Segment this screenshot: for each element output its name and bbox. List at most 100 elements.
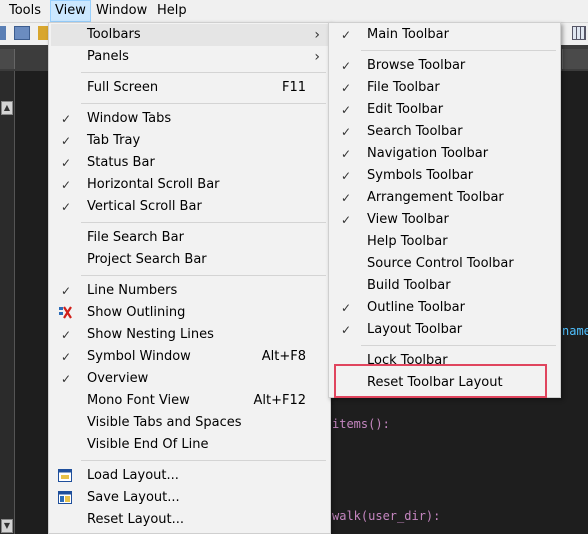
menu-item-label: Visible Tabs and Spaces <box>87 415 242 430</box>
menu-item-label: Tab Tray <box>87 133 141 148</box>
menu-item-visible-tabs-and-spaces[interactable]: Visible Tabs and Spaces <box>51 412 328 434</box>
menu-item-help-toolbar[interactable]: Help Toolbar <box>331 231 558 253</box>
check-icon: ✓ <box>340 125 352 139</box>
menu-item-label: Browse Toolbar <box>367 58 466 73</box>
menu-separator <box>81 222 326 223</box>
menu-item-label: View Toolbar <box>367 212 449 227</box>
menu-item-show-nesting-lines[interactable]: ✓ Show Nesting Lines <box>51 324 328 346</box>
menu-item-label: Navigation Toolbar <box>367 146 489 161</box>
menu-separator <box>81 275 326 276</box>
menu-item-navigation-toolbar[interactable]: ✓ Navigation Toolbar <box>331 143 558 165</box>
menu-item-label: Panels <box>87 49 129 64</box>
check-icon: ✓ <box>60 156 72 170</box>
menu-window[interactable]: Window <box>92 0 151 22</box>
menu-item-label: Layout Toolbar <box>367 322 463 337</box>
tab[interactable] <box>562 49 588 69</box>
menu-item-mono-font-view[interactable]: Mono Font View Alt+F12 <box>51 390 328 412</box>
menu-item-shortcut: Alt+F8 <box>261 349 306 364</box>
left-panel-scrollbar[interactable]: ▲ ▼ <box>0 71 15 534</box>
menu-item-vertical-scroll-bar[interactable]: ✓ Vertical Scroll Bar <box>51 196 328 218</box>
menu-bar: Tools View Window Help <box>0 0 588 23</box>
menu-item-visible-end-of-line[interactable]: Visible End Of Line <box>51 434 328 456</box>
menu-item-label: File Search Bar <box>87 230 184 245</box>
menu-item-label: Full Screen <box>87 80 159 95</box>
check-icon: ✓ <box>340 81 352 95</box>
toolbar-icon[interactable] <box>0 26 6 40</box>
toolbars-submenu: ✓ Main Toolbar ✓ Browse Toolbar ✓ File T… <box>328 22 561 398</box>
menu-item-label: Reset Layout... <box>87 512 185 527</box>
menu-item-label: File Toolbar <box>367 80 440 95</box>
scroll-up-icon[interactable]: ▲ <box>1 101 13 115</box>
menu-help[interactable]: Help <box>153 0 191 22</box>
check-icon: ✓ <box>60 200 72 214</box>
annotation-highlight-box <box>334 364 547 398</box>
check-icon: ✓ <box>60 284 72 298</box>
menu-item-browse-toolbar[interactable]: ✓ Browse Toolbar <box>331 55 558 77</box>
menu-item-label: Horizontal Scroll Bar <box>87 177 220 192</box>
menu-item-toolbars[interactable]: Toolbars › <box>51 24 328 46</box>
tab[interactable] <box>0 49 15 69</box>
menu-item-window-tabs[interactable]: ✓ Window Tabs <box>51 108 328 130</box>
menu-item-label: Project Search Bar <box>87 252 207 267</box>
menu-item-main-toolbar[interactable]: ✓ Main Toolbar <box>331 24 558 46</box>
menu-tools[interactable]: Tools <box>5 0 45 22</box>
menu-item-project-search-bar[interactable]: Project Search Bar <box>51 249 328 271</box>
menu-item-outline-toolbar[interactable]: ✓ Outline Toolbar <box>331 297 558 319</box>
toolbar-icon[interactable] <box>14 26 30 40</box>
menu-item-label: Source Control Toolbar <box>367 256 514 271</box>
scroll-down-icon[interactable]: ▼ <box>1 519 13 533</box>
check-icon: ✓ <box>340 59 352 73</box>
check-icon: ✓ <box>60 372 72 386</box>
submenu-arrow-icon: › <box>314 49 320 65</box>
menu-item-edit-toolbar[interactable]: ✓ Edit Toolbar <box>331 99 558 121</box>
code-call: items(): <box>332 417 390 431</box>
load-layout-icon <box>58 469 72 482</box>
menu-item-file-toolbar[interactable]: ✓ File Toolbar <box>331 77 558 99</box>
menu-item-source-control-toolbar[interactable]: Source Control Toolbar <box>331 253 558 275</box>
menu-item-arrangement-toolbar[interactable]: ✓ Arrangement Toolbar <box>331 187 558 209</box>
menu-item-load-layout[interactable]: Load Layout... <box>51 465 328 487</box>
menu-item-status-bar[interactable]: ✓ Status Bar <box>51 152 328 174</box>
check-icon: ✓ <box>340 147 352 161</box>
menu-item-save-layout[interactable]: Save Layout... <box>51 487 328 509</box>
menu-item-label: Main Toolbar <box>367 27 449 42</box>
menu-item-panels[interactable]: Panels › <box>51 46 328 68</box>
save-layout-icon <box>58 491 72 504</box>
menu-separator <box>361 345 556 346</box>
code-call: walk(user_dir): <box>332 509 441 523</box>
menu-item-build-toolbar[interactable]: Build Toolbar <box>331 275 558 297</box>
menu-item-file-search-bar[interactable]: File Search Bar <box>51 227 328 249</box>
check-icon: ✓ <box>340 28 352 42</box>
menu-item-tab-tray[interactable]: ✓ Tab Tray <box>51 130 328 152</box>
menu-item-label: Show Nesting Lines <box>87 327 214 342</box>
menu-item-symbol-window[interactable]: ✓ Symbol Window Alt+F8 <box>51 346 328 368</box>
menu-item-label: Save Layout... <box>87 490 180 505</box>
outlining-icon <box>59 306 72 319</box>
menu-item-label: Edit Toolbar <box>367 102 444 117</box>
menu-item-show-outlining[interactable]: Show Outlining <box>51 302 328 324</box>
menu-item-label: Arrangement Toolbar <box>367 190 504 205</box>
menu-view[interactable]: View <box>50 0 91 22</box>
menu-item-search-toolbar[interactable]: ✓ Search Toolbar <box>331 121 558 143</box>
menu-separator <box>81 460 326 461</box>
toolbar-icon[interactable] <box>38 26 48 40</box>
menu-item-horizontal-scroll-bar[interactable]: ✓ Horizontal Scroll Bar <box>51 174 328 196</box>
menu-item-layout-toolbar[interactable]: ✓ Layout Toolbar <box>331 319 558 341</box>
check-icon: ✓ <box>60 350 72 364</box>
menu-separator <box>81 72 326 73</box>
code-identifier: name <box>562 324 588 338</box>
check-icon: ✓ <box>60 134 72 148</box>
menu-item-label: Line Numbers <box>87 283 178 298</box>
menu-item-line-numbers[interactable]: ✓ Line Numbers <box>51 280 328 302</box>
menu-item-label: Show Outlining <box>87 305 186 320</box>
menu-item-symbols-toolbar[interactable]: ✓ Symbols Toolbar <box>331 165 558 187</box>
menu-separator <box>361 50 556 51</box>
menu-item-reset-layout[interactable]: Reset Layout... <box>51 509 328 531</box>
menu-item-view-toolbar[interactable]: ✓ View Toolbar <box>331 209 558 231</box>
menu-item-label: Help Toolbar <box>367 234 448 249</box>
check-icon: ✓ <box>60 178 72 192</box>
menu-item-overview[interactable]: ✓ Overview <box>51 368 328 390</box>
menu-item-full-screen[interactable]: Full Screen F11 <box>51 77 328 99</box>
check-icon: ✓ <box>340 191 352 205</box>
toolbar-icon[interactable] <box>572 26 586 40</box>
